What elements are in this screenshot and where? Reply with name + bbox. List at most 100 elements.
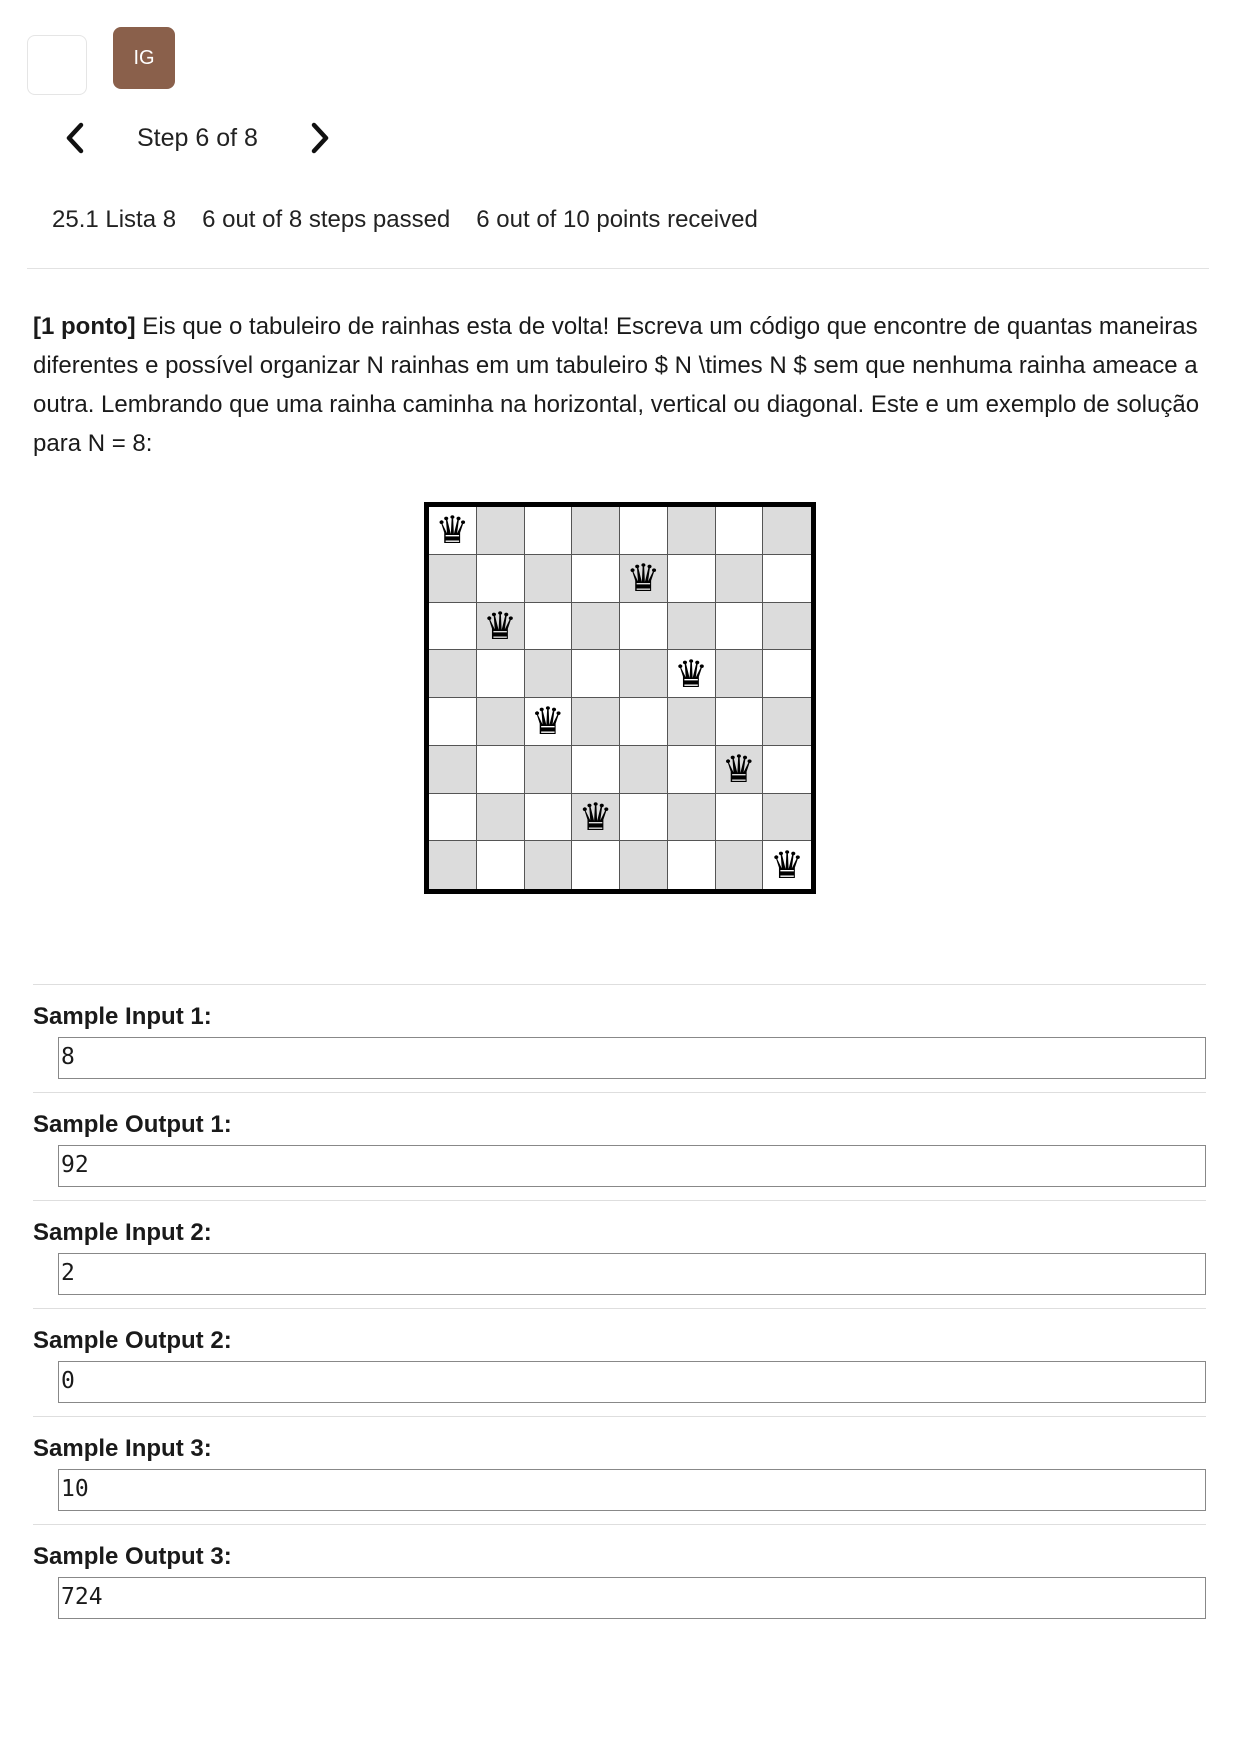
board-square: ♛ — [429, 507, 477, 555]
board-square — [620, 698, 668, 746]
sample-block: Sample Output 1: 92 — [33, 1092, 1206, 1187]
board-square — [572, 698, 620, 746]
board-square: ♛ — [715, 745, 764, 794]
board-square — [667, 554, 716, 603]
menu-button[interactable] — [27, 35, 87, 95]
board-square — [572, 507, 620, 555]
sample-value-box[interactable]: 0 — [58, 1361, 1206, 1403]
board-square — [429, 602, 477, 651]
queen-icon: ♛ — [626, 556, 661, 601]
board-square — [763, 507, 811, 555]
problem-statement: [1 ponto] Eis que o tabuleiro de rainhas… — [33, 307, 1203, 463]
board-square — [524, 650, 573, 698]
board-square — [620, 841, 668, 889]
queen-icon: ♛ — [435, 508, 470, 553]
board-square — [763, 554, 811, 603]
board-square — [524, 793, 573, 842]
step-navigation: Step 6 of 8 — [58, 110, 358, 168]
board-square — [524, 745, 573, 794]
board-square — [476, 507, 525, 555]
board-square — [524, 507, 573, 555]
board-square — [572, 650, 620, 698]
board-square — [667, 745, 716, 794]
sample-label: Sample Input 1: — [33, 1003, 212, 1030]
step-indicator: Step 6 of 8 — [137, 124, 258, 152]
board-square: ♛ — [572, 793, 620, 842]
board-square — [763, 698, 811, 746]
progress-summary: 25.1 Lista 8 6 out of 8 steps passed 6 o… — [52, 206, 758, 234]
board-square — [476, 745, 525, 794]
sample-value-box[interactable]: 10 — [58, 1469, 1206, 1511]
sample-value-box[interactable]: 8 — [58, 1037, 1206, 1079]
board-square — [667, 841, 716, 889]
board-square — [476, 841, 525, 889]
chess-board-image: ♛ ♛ ♛ ♛ ♛ ♛ ♛ ♛ — [424, 502, 816, 894]
board-square — [429, 698, 477, 746]
steps-passed: 6 out of 8 steps passed — [202, 206, 451, 233]
sample-value-box[interactable]: 2 — [58, 1253, 1206, 1295]
board-square — [476, 698, 525, 746]
queen-icon: ♛ — [483, 603, 518, 648]
board-square — [715, 650, 764, 698]
sample-block: Sample Output 3: 724 — [33, 1524, 1206, 1619]
sample-value-box[interactable]: 92 — [58, 1145, 1206, 1187]
statement-text: Eis que o tabuleiro de rainhas esta de v… — [33, 313, 1200, 457]
board-square — [572, 602, 620, 651]
lesson-link[interactable]: 25.1 Lista 8 — [52, 206, 176, 234]
next-step-button[interactable] — [301, 120, 337, 156]
samples-section: Sample Input 1: 8 Sample Output 1: 92 Sample… — [33, 984, 1206, 1632]
board-square — [524, 554, 573, 603]
board-square — [715, 841, 764, 889]
board-square — [667, 698, 716, 746]
board-square: ♛ — [524, 698, 573, 746]
chevron-right-icon — [311, 122, 329, 154]
board-square — [620, 507, 668, 555]
board-square: ♛ — [476, 602, 525, 651]
board-square — [763, 793, 811, 842]
board-square — [572, 554, 620, 603]
points-received: 6 out of 10 points received — [476, 206, 758, 233]
board-square — [667, 507, 716, 555]
sample-label: Sample Output 3: — [33, 1543, 232, 1570]
board-square — [715, 793, 764, 842]
sample-label: Sample Output 2: — [33, 1327, 232, 1354]
board-square — [667, 602, 716, 651]
board-square — [763, 602, 811, 651]
previous-step-button[interactable] — [58, 120, 94, 156]
board-square — [524, 602, 573, 651]
sample-label: Sample Input 2: — [33, 1219, 212, 1246]
board-square — [429, 745, 477, 794]
board-square — [715, 698, 764, 746]
sample-label: Sample Output 1: — [33, 1111, 232, 1138]
board-square — [715, 602, 764, 651]
board-square — [667, 793, 716, 842]
sample-label: Sample Input 3: — [33, 1435, 212, 1462]
board-square — [476, 554, 525, 603]
board-square — [476, 793, 525, 842]
board-square — [429, 650, 477, 698]
board-square — [715, 507, 764, 555]
board-square — [476, 650, 525, 698]
board-square: ♛ — [667, 650, 716, 698]
board-square — [429, 841, 477, 889]
queen-icon: ♛ — [770, 843, 805, 888]
board-square — [572, 841, 620, 889]
queen-icon: ♛ — [674, 651, 709, 696]
board-square — [620, 602, 668, 651]
avatar[interactable]: IG — [113, 27, 175, 89]
board-square — [763, 650, 811, 698]
board-square: ♛ — [763, 841, 811, 889]
board-square — [429, 793, 477, 842]
divider — [27, 268, 1209, 269]
board-square — [524, 841, 573, 889]
board-square — [620, 650, 668, 698]
sample-value-box[interactable]: 724 — [58, 1577, 1206, 1619]
board-square — [763, 745, 811, 794]
queen-icon: ♛ — [578, 794, 613, 839]
board-square — [572, 745, 620, 794]
queen-icon: ♛ — [530, 699, 565, 744]
top-bar: IG — [27, 27, 1177, 97]
points-tag: [1 ponto] — [33, 313, 136, 340]
sample-block: Sample Input 1: 8 — [33, 984, 1206, 1079]
queen-icon: ♛ — [721, 747, 756, 792]
